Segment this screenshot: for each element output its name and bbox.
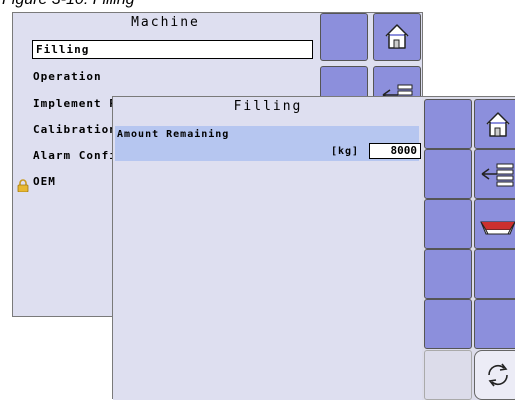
filling-button-column bbox=[422, 97, 515, 400]
menu-item-implement[interactable]: Implement P bbox=[33, 97, 117, 110]
filling-blank-button-2[interactable] bbox=[424, 149, 472, 199]
home-icon bbox=[475, 100, 515, 148]
lock-icon bbox=[17, 179, 29, 192]
amount-remaining-field[interactable]: 8000 bbox=[369, 143, 421, 159]
home-icon bbox=[374, 14, 420, 60]
amount-remaining-label: Amount Remaining bbox=[117, 129, 230, 140]
filling-blank-button-6[interactable] bbox=[424, 299, 472, 349]
filling-title: Filling bbox=[233, 99, 303, 114]
machine-home-button[interactable] bbox=[373, 13, 421, 61]
menu-item-oem[interactable]: OEM bbox=[33, 175, 56, 188]
filling-panel: Filling Amount Remaining [kg] 8000 bbox=[112, 96, 515, 400]
refresh-icon bbox=[475, 351, 515, 399]
machine-title: Machine bbox=[131, 15, 200, 30]
filling-blank-button-1[interactable] bbox=[424, 99, 472, 149]
filling-empty-slot bbox=[424, 350, 472, 400]
filling-blank-button-5[interactable] bbox=[474, 249, 515, 299]
filling-refresh-button[interactable] bbox=[474, 350, 515, 400]
amount-unit: [kg] bbox=[331, 146, 360, 157]
filling-back-button[interactable] bbox=[474, 149, 515, 199]
figure-caption: Figure 3-10: Filling bbox=[2, 0, 135, 9]
back-menu-icon bbox=[475, 150, 515, 198]
machine-blank-button-1[interactable] bbox=[320, 13, 368, 61]
filling-blank-button-7[interactable] bbox=[474, 299, 515, 349]
menu-item-calibration[interactable]: Calibration bbox=[33, 123, 117, 136]
filling-tank-button[interactable] bbox=[474, 199, 515, 249]
menu-item-operation[interactable]: Operation bbox=[33, 70, 102, 83]
filling-blank-button-4[interactable] bbox=[424, 249, 472, 299]
filling-blank-button-3[interactable] bbox=[424, 199, 472, 249]
tank-icon bbox=[475, 200, 515, 248]
menu-item-filling[interactable]: Filling bbox=[32, 40, 313, 59]
filling-home-button[interactable] bbox=[474, 99, 515, 149]
menu-item-alarm-config[interactable]: Alarm Confi bbox=[33, 149, 117, 162]
filling-content: Filling Amount Remaining [kg] 8000 bbox=[113, 97, 423, 400]
